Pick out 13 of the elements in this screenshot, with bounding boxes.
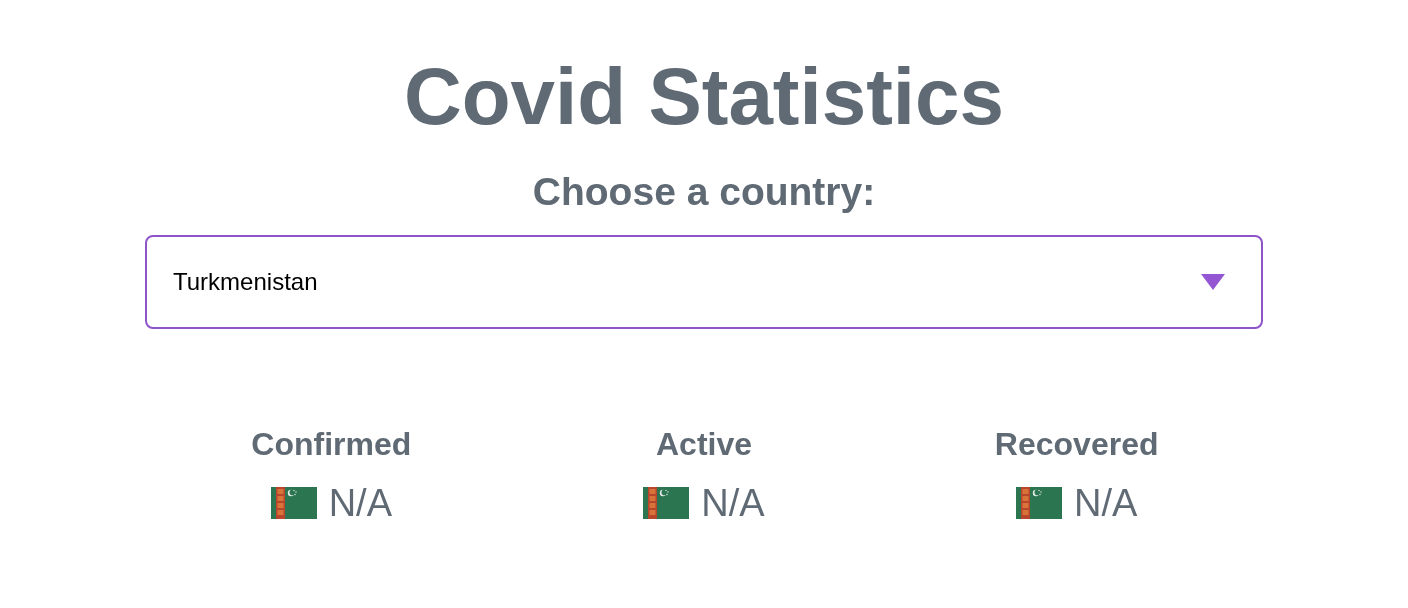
stat-label: Recovered [994, 426, 1159, 462]
stat-value: N/A [1073, 483, 1138, 523]
stat-value: N/A [328, 483, 392, 523]
country-dropdown[interactable]: Turkmenistan [145, 235, 1263, 329]
flag-icon [270, 487, 317, 519]
page-title: Covid Statistics [403, 51, 1005, 143]
stat-label: Active [655, 426, 752, 462]
caret-icon [1201, 274, 1225, 290]
flag-icon [1015, 487, 1062, 519]
flag-icon [643, 487, 690, 519]
choose-country-label: Choose a country: [532, 170, 876, 214]
stat-value: N/A [701, 483, 765, 523]
stat-label: Confirmed [251, 426, 412, 462]
